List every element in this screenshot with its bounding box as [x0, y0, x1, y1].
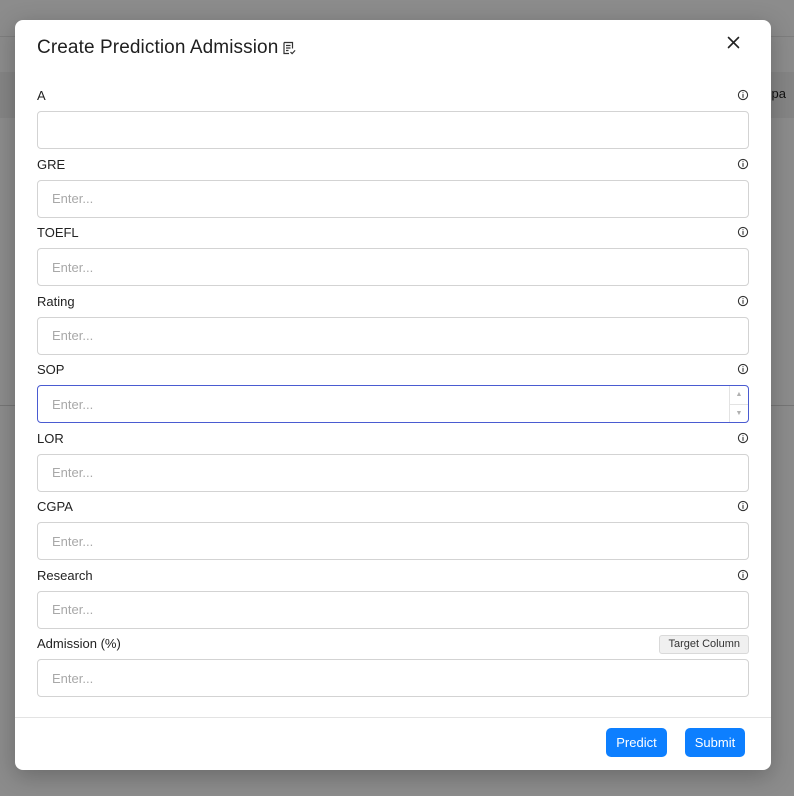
field-input[interactable] — [37, 590, 749, 629]
increment-icon[interactable]: ▲ — [730, 386, 748, 404]
modal-title: Create Prediction Admission — [37, 37, 279, 58]
field-label: GRE — [37, 156, 66, 172]
field-input[interactable] — [37, 522, 749, 560]
info-icon[interactable] — [737, 499, 749, 512]
modal-title-row: Create Prediction Admission — [37, 37, 297, 59]
form-field: Rating — [37, 294, 749, 363]
field-label: TOEFL — [37, 225, 79, 240]
field-input[interactable] — [37, 111, 749, 149]
field-label: Research — [37, 567, 93, 583]
field-input[interactable] — [37, 385, 749, 423]
field-label: CGPA — [37, 499, 73, 514]
field-label: Rating — [37, 293, 75, 309]
info-icon[interactable] — [737, 294, 749, 306]
form-field: GRE — [37, 157, 749, 226]
form-field: CGPA — [37, 499, 749, 568]
form-field: Admission (%) Target Column — [37, 635, 749, 705]
prediction-form: A GRE TOEFL Rating SOP ▲▼ LOR CGPA Research Admis… — [37, 88, 749, 705]
close-icon[interactable] — [725, 34, 741, 50]
form-field: Research — [37, 568, 749, 637]
field-label: Admission (%) — [37, 636, 121, 651]
form-field: A — [37, 88, 749, 157]
field-input[interactable] — [37, 453, 749, 492]
info-icon[interactable] — [737, 88, 749, 101]
form-field: TOEFL — [37, 225, 749, 294]
field-input[interactable] — [37, 179, 749, 218]
submit-button[interactable]: Submit — [685, 728, 745, 757]
form-field: SOP ▲▼ — [37, 362, 749, 431]
info-icon[interactable] — [737, 568, 749, 580]
field-input[interactable] — [37, 248, 749, 286]
number-stepper[interactable]: ▲ ▼ — [729, 386, 748, 422]
info-icon[interactable] — [737, 431, 749, 443]
create-prediction-modal: Create Prediction Admission A GRE TOEFL Rat… — [15, 20, 771, 770]
decrement-icon[interactable]: ▼ — [730, 403, 748, 423]
field-label: SOP — [37, 362, 65, 377]
field-input[interactable] — [37, 659, 749, 697]
target-column-badge: Target Column — [659, 635, 749, 654]
info-icon[interactable] — [737, 362, 749, 375]
info-icon[interactable] — [737, 157, 749, 169]
document-check-icon — [281, 40, 297, 56]
footer-divider — [15, 717, 771, 718]
info-icon[interactable] — [737, 225, 749, 238]
form-field: LOR — [37, 431, 749, 500]
field-label: A — [37, 88, 46, 103]
field-label: LOR — [37, 430, 64, 446]
field-input[interactable] — [37, 316, 749, 355]
predict-button[interactable]: Predict — [606, 728, 667, 757]
